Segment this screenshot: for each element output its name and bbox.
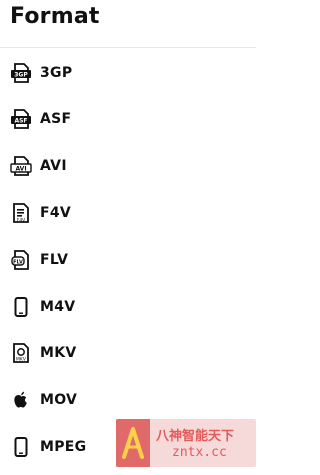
format-item-mov[interactable]: MOV (0, 382, 256, 418)
format-item-m4v[interactable]: M4V (0, 289, 256, 325)
format-item-asf[interactable]: ASF ASF (0, 101, 256, 137)
svg-text:F4V: F4V (17, 218, 26, 224)
format-label: AVI (40, 158, 67, 174)
avi-file-icon: AVI (10, 155, 32, 177)
mkv-file-icon: MKV (10, 342, 32, 364)
apple-icon (10, 389, 32, 411)
format-label: MOV (40, 392, 78, 408)
format-item-flv[interactable]: FLV FLV (0, 242, 256, 278)
mobile-phone-icon (10, 296, 32, 318)
flv-file-icon: FLV (10, 249, 32, 271)
format-label: MKV (40, 345, 77, 361)
page-title: Format (10, 4, 100, 29)
format-item-3gp[interactable]: 3GP 3GP (0, 55, 256, 91)
svg-text:3GP: 3GP (14, 72, 28, 79)
watermark-text: 八神智能天下 (156, 429, 235, 444)
svg-text:AVI: AVI (15, 166, 26, 173)
format-item-mkv[interactable]: MKV MKV (0, 335, 256, 371)
mobile-phone-icon (10, 436, 32, 458)
format-label: M4V (40, 299, 76, 315)
header: Format (0, 0, 256, 48)
svg-text:MKV: MKV (16, 357, 27, 363)
3gp-file-icon: 3GP (10, 62, 32, 84)
asf-file-icon: ASF (10, 108, 32, 130)
f4v-file-icon: F4V (10, 202, 32, 224)
watermark-url: zntx.cc (172, 445, 227, 460)
watermark-logo-icon (116, 419, 150, 467)
format-label: FLV (40, 252, 69, 268)
svg-text:ASF: ASF (14, 118, 27, 125)
format-label: MPEG (40, 439, 87, 455)
format-label: F4V (40, 205, 72, 221)
watermark: 八神智能天下 zntx.cc (116, 419, 256, 467)
format-item-avi[interactable]: AVI AVI (0, 148, 256, 184)
format-label: ASF (40, 111, 72, 127)
svg-text:FLV: FLV (13, 259, 23, 265)
format-label: 3GP (40, 65, 73, 81)
format-item-f4v[interactable]: F4V F4V (0, 195, 256, 231)
